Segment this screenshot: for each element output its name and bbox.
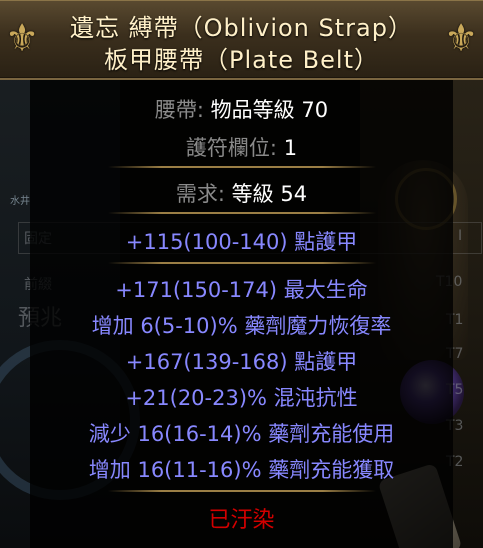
separator (108, 212, 376, 214)
item-tooltip: ⚜ ⚜ 遺忘 縛帶（Oblivion Strap） 板甲腰帶（Plate Bel… (0, 0, 483, 548)
explicit-mod: 增加 6(5-10)% 藥劑魔力恢復率 (91, 314, 392, 338)
separator (108, 166, 376, 168)
explicit-mod: +21(20-23)% 混沌抗性 (125, 386, 358, 410)
requirement-value: 等級 54 (231, 182, 308, 206)
explicit-mod-highlighted[interactable]: 增加 16(11-16)% 藥劑充能獲取 (30, 454, 453, 484)
explicit-mod: 減少 16(16-14)% 藥劑充能使用 (88, 422, 395, 446)
item-level-line: 腰帶: 物品等級 70 (30, 94, 453, 124)
socket-label: 護符欄位: (185, 136, 277, 160)
corrupted-label: 已汙染 (208, 508, 275, 533)
item-base-type: 板甲腰帶（Plate Belt） (104, 46, 379, 74)
explicit-mod: +167(139-168) 點護甲 (125, 350, 358, 374)
separator (108, 490, 376, 492)
explicit-mod: +171(150-174) 最大生命 (115, 278, 368, 302)
fleur-de-lis-icon: ⚜ (4, 16, 40, 60)
item-level-value: 物品等級 70 (210, 98, 329, 122)
implicit-mod: +115(100-140) 點護甲 (125, 230, 358, 254)
item-name: 遺忘 縛帶（Oblivion Strap） (70, 14, 413, 42)
socket-line: 護符欄位: 1 (30, 132, 453, 162)
item-type-label: 腰帶: (154, 98, 204, 122)
separator (108, 262, 376, 264)
fleur-de-lis-icon: ⚜ (443, 16, 479, 60)
socket-value: 1 (283, 136, 298, 160)
requirement-line: 需求: 等級 54 (30, 178, 453, 208)
explicit-mod-text: 增加 16(11-16)% 藥劑充能獲取 (88, 458, 395, 482)
tooltip-header: ⚜ ⚜ 遺忘 縛帶（Oblivion Strap） 板甲腰帶（Plate Bel… (0, 0, 483, 80)
requirement-label: 需求: (175, 182, 225, 206)
